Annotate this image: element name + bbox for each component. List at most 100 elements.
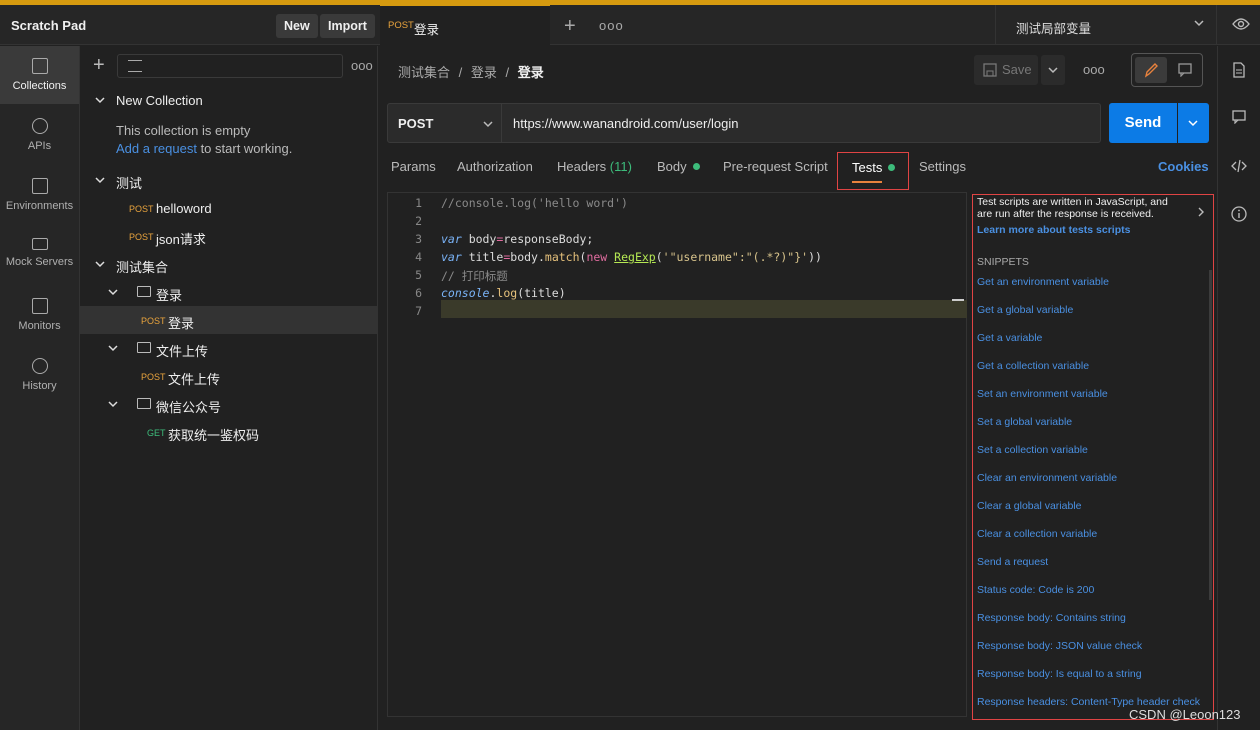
snippet-item[interactable]: Clear a global variable (977, 500, 1081, 512)
chevron-right-icon[interactable] (1197, 207, 1205, 217)
rail-monitors[interactable]: Monitors (0, 286, 79, 344)
filter-input[interactable] (117, 54, 343, 78)
chevron-down-icon (108, 289, 118, 296)
chevron-down-icon (483, 121, 493, 128)
learn-more-link[interactable]: Learn more about tests scripts (977, 224, 1130, 236)
snippet-item[interactable]: Get an environment variable (977, 276, 1109, 288)
environment-name: 测试局部变量 (1016, 22, 1092, 36)
left-rail: Collections APIs Environments Mock Serve… (0, 46, 80, 730)
right-rail (1217, 46, 1260, 730)
tab-tests-label: Tests (852, 160, 883, 175)
send-dropdown[interactable] (1178, 103, 1209, 143)
rail-mock-servers[interactable]: Mock Servers (0, 226, 79, 284)
cookies-link[interactable]: Cookies (1158, 159, 1209, 174)
folder-icon (137, 286, 151, 297)
tab-settings[interactable]: Settings (919, 159, 966, 174)
request-tab-method: POST (388, 20, 414, 31)
pencil-icon (1144, 63, 1158, 78)
comments-icon[interactable] (1232, 110, 1246, 124)
add-collection-plus-icon[interactable]: + (93, 54, 105, 77)
request-item[interactable]: POST helloword (80, 194, 378, 222)
code-token: var (441, 250, 462, 264)
tab-body[interactable]: Body (657, 159, 700, 174)
chevron-down-icon (1048, 67, 1058, 74)
save-button[interactable]: Save (974, 55, 1038, 85)
environments-icon (31, 178, 48, 194)
breadcrumb-folder[interactable]: 登录 (471, 65, 497, 80)
request-item-selected[interactable]: POST 登录 (80, 306, 378, 334)
snippet-item[interactable]: Get a global variable (977, 304, 1073, 316)
sidebar-more-icon[interactable]: ooo (351, 58, 373, 73)
collection-test[interactable]: 测试 (80, 166, 378, 194)
mode-toggle (1131, 53, 1203, 87)
line-number: 5 (415, 268, 422, 282)
request-name: 获取统一鉴权码 (168, 428, 260, 443)
new-button[interactable]: New (276, 14, 318, 38)
tab-params[interactable]: Params (391, 159, 436, 174)
rail-history[interactable]: History (0, 346, 79, 404)
request-item[interactable]: POST 文件上传 (80, 362, 378, 390)
collections-icon (31, 58, 48, 74)
url-input[interactable]: https://www.wanandroid.com/user/login (502, 103, 1101, 143)
tab-headers[interactable]: Headers (11) (557, 159, 632, 174)
document-icon[interactable] (1232, 62, 1246, 78)
send-button[interactable]: Send (1109, 103, 1177, 143)
request-tab[interactable]: POST 登录 (380, 5, 550, 45)
collection-test-set[interactable]: 测试集合 (80, 250, 378, 278)
save-dropdown[interactable] (1041, 55, 1065, 85)
snippet-item[interactable]: Response body: Is equal to a string (977, 668, 1142, 680)
folder-name: 登录 (156, 288, 183, 303)
code-token: var (441, 232, 462, 246)
tab-tests[interactable]: Tests (837, 152, 909, 190)
code-token: body (461, 232, 497, 246)
snippet-item[interactable]: Clear a collection variable (977, 528, 1097, 540)
code-icon[interactable] (1231, 159, 1247, 173)
line-number: 1 (415, 196, 422, 210)
chevron-down-icon (1188, 120, 1198, 127)
apis-icon (31, 118, 48, 134)
request-item[interactable]: GET 获取统一鉴权码 (80, 418, 378, 446)
snippet-item[interactable]: Send a request (977, 556, 1048, 568)
info-icon[interactable] (1231, 206, 1247, 222)
rail-environments[interactable]: Environments (0, 166, 79, 224)
code-token: new (586, 250, 608, 264)
request-more-icon[interactable]: ooo (1083, 62, 1105, 77)
add-request-link[interactable]: Add a request (116, 141, 197, 156)
snippet-item[interactable]: Status code: Code is 200 (977, 584, 1094, 596)
snippet-item[interactable]: Get a variable (977, 332, 1042, 344)
breadcrumb-current: 登录 (517, 65, 544, 80)
snippet-item[interactable]: Response body: JSON value check (977, 640, 1142, 652)
import-button[interactable]: Import (320, 14, 375, 38)
tab-prerequest-script[interactable]: Pre-request Script (723, 159, 828, 174)
snippet-item[interactable]: Set a global variable (977, 416, 1072, 428)
snippets-scrollbar[interactable] (1209, 270, 1212, 600)
environment-selector[interactable]: 测试局部变量 (995, 5, 1217, 45)
method-select[interactable]: POST (387, 103, 502, 143)
folder-item[interactable]: 登录 (80, 278, 378, 306)
folder-name: 微信公众号 (156, 400, 222, 415)
snippet-item[interactable]: Set a collection variable (977, 444, 1088, 456)
tab-authorization[interactable]: Authorization (457, 159, 533, 174)
breadcrumb-collection[interactable]: 测试集合 (398, 65, 450, 80)
snippet-item[interactable]: Set an environment variable (977, 388, 1108, 400)
collection-new[interactable]: New Collection (80, 86, 378, 114)
folder-item[interactable]: 微信公众号 (80, 390, 378, 418)
comment-mode-button[interactable] (1169, 57, 1201, 83)
request-item[interactable]: POST json请求 (80, 222, 378, 250)
folder-item[interactable]: 文件上传 (80, 334, 378, 362)
rail-apis[interactable]: APIs (0, 106, 79, 164)
new-tab-plus-icon[interactable]: + (564, 15, 576, 38)
request-name: helloword (156, 201, 212, 216)
header-bar: Scratch Pad New Import POST 登录 + ooo 测试局… (0, 5, 1260, 45)
rail-label: Collections (12, 80, 67, 92)
tab-more-icon[interactable]: ooo (599, 18, 624, 33)
save-icon (983, 63, 997, 77)
snippet-item[interactable]: Clear an environment variable (977, 472, 1117, 484)
eye-icon[interactable] (1232, 17, 1250, 31)
snippet-item[interactable]: Response body: Contains string (977, 612, 1126, 624)
edit-mode-button[interactable] (1135, 57, 1167, 83)
code-token: (title) (517, 286, 566, 300)
tests-code-editor[interactable]: 1 2 3 4 5 6 7 //console.log('hello word'… (387, 192, 967, 717)
snippet-item[interactable]: Get a collection variable (977, 360, 1089, 372)
rail-collections[interactable]: Collections (0, 46, 79, 104)
